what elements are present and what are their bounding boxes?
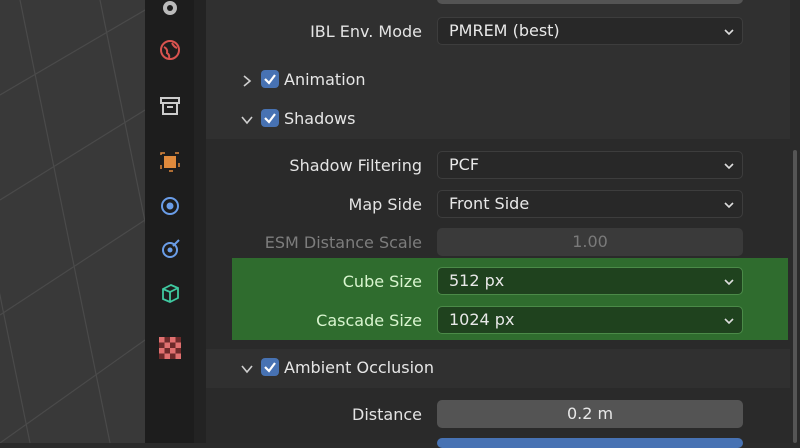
esm-distance-scale-label: ESM Distance Scale <box>264 233 422 252</box>
physics-icon[interactable] <box>145 186 194 226</box>
animation-section-header[interactable]: Animation <box>206 61 790 100</box>
3d-viewport[interactable] <box>0 0 145 443</box>
shadow-filtering-value: PCF <box>449 155 480 174</box>
cube-size-dropdown[interactable]: 512 px <box>437 267 743 295</box>
cut-off-field[interactable] <box>437 0 743 4</box>
cascade-size-row: Cascade Size 1024 px <box>206 301 790 340</box>
chevron-down-icon <box>724 318 734 325</box>
chevron-down-icon <box>724 279 734 286</box>
esm-distance-scale-field: 1.00 <box>437 228 743 256</box>
ibl-env-mode-row: IBL Env. Mode PMREM (best) <box>206 12 790 51</box>
object-data-icon[interactable] <box>145 273 194 313</box>
ibl-env-mode-dropdown[interactable]: PMREM (best) <box>437 17 743 45</box>
distance-row: Distance 0.2 m <box>206 395 790 434</box>
scrollbar-thumb[interactable] <box>793 150 797 443</box>
chevron-down-icon <box>724 202 734 209</box>
cube-size-label: Cube Size <box>342 272 422 291</box>
region-separator <box>194 0 206 443</box>
scrollbar[interactable] <box>790 0 800 443</box>
ambient-occlusion-section-title: Ambient Occlusion <box>284 358 434 377</box>
checkmark-icon <box>264 362 276 373</box>
render-icon[interactable] <box>145 0 194 28</box>
distance-field[interactable]: 0.2 m <box>437 400 743 428</box>
shadows-section-header[interactable]: Shadows <box>206 100 790 139</box>
map-side-row: Map Side Front Side <box>206 185 790 224</box>
shadow-filtering-row: Shadow Filtering PCF <box>206 146 790 185</box>
esm-distance-scale-row: ESM Distance Scale 1.00 <box>206 223 790 262</box>
texture-icon[interactable] <box>145 328 194 368</box>
map-side-label: Map Side <box>348 195 422 214</box>
ambient-occlusion-section-header[interactable]: Ambient Occlusion <box>206 349 790 388</box>
cascade-size-dropdown[interactable]: 1024 px <box>437 306 743 334</box>
constraints-icon[interactable] <box>145 229 194 269</box>
checkmark-icon <box>264 113 276 124</box>
properties-tab-strip <box>145 0 194 443</box>
cut-off-toggle[interactable] <box>437 438 743 448</box>
map-side-dropdown[interactable]: Front Side <box>437 190 743 218</box>
animation-section-title: Animation <box>284 70 366 89</box>
map-side-value: Front Side <box>449 194 530 213</box>
shadows-checkbox[interactable] <box>261 109 279 127</box>
chevron-down-icon <box>724 163 734 170</box>
chevron-right-icon[interactable] <box>240 74 254 88</box>
chevron-down-icon <box>724 29 734 36</box>
viewport-grid <box>0 0 145 443</box>
chevron-down-icon[interactable] <box>240 362 254 376</box>
checkmark-icon <box>264 74 276 85</box>
chevron-down-icon[interactable] <box>240 113 254 127</box>
cube-size-value: 512 px <box>449 271 505 290</box>
cube-size-row: Cube Size 512 px <box>206 262 790 301</box>
object-icon[interactable] <box>145 142 194 182</box>
ambient-occlusion-checkbox[interactable] <box>261 358 279 376</box>
cascade-size-label: Cascade Size <box>316 311 422 330</box>
animation-checkbox[interactable] <box>261 70 279 88</box>
shadow-filtering-dropdown[interactable]: PCF <box>437 151 743 179</box>
shadow-filtering-label: Shadow Filtering <box>289 156 422 175</box>
ibl-env-mode-label: IBL Env. Mode <box>310 22 422 41</box>
world-icon[interactable] <box>145 30 194 70</box>
distance-label: Distance <box>352 405 422 424</box>
collection-icon[interactable] <box>145 86 194 126</box>
ibl-env-mode-value: PMREM (best) <box>449 21 560 40</box>
cascade-size-value: 1024 px <box>449 310 515 329</box>
shadows-section-title: Shadows <box>284 109 356 128</box>
